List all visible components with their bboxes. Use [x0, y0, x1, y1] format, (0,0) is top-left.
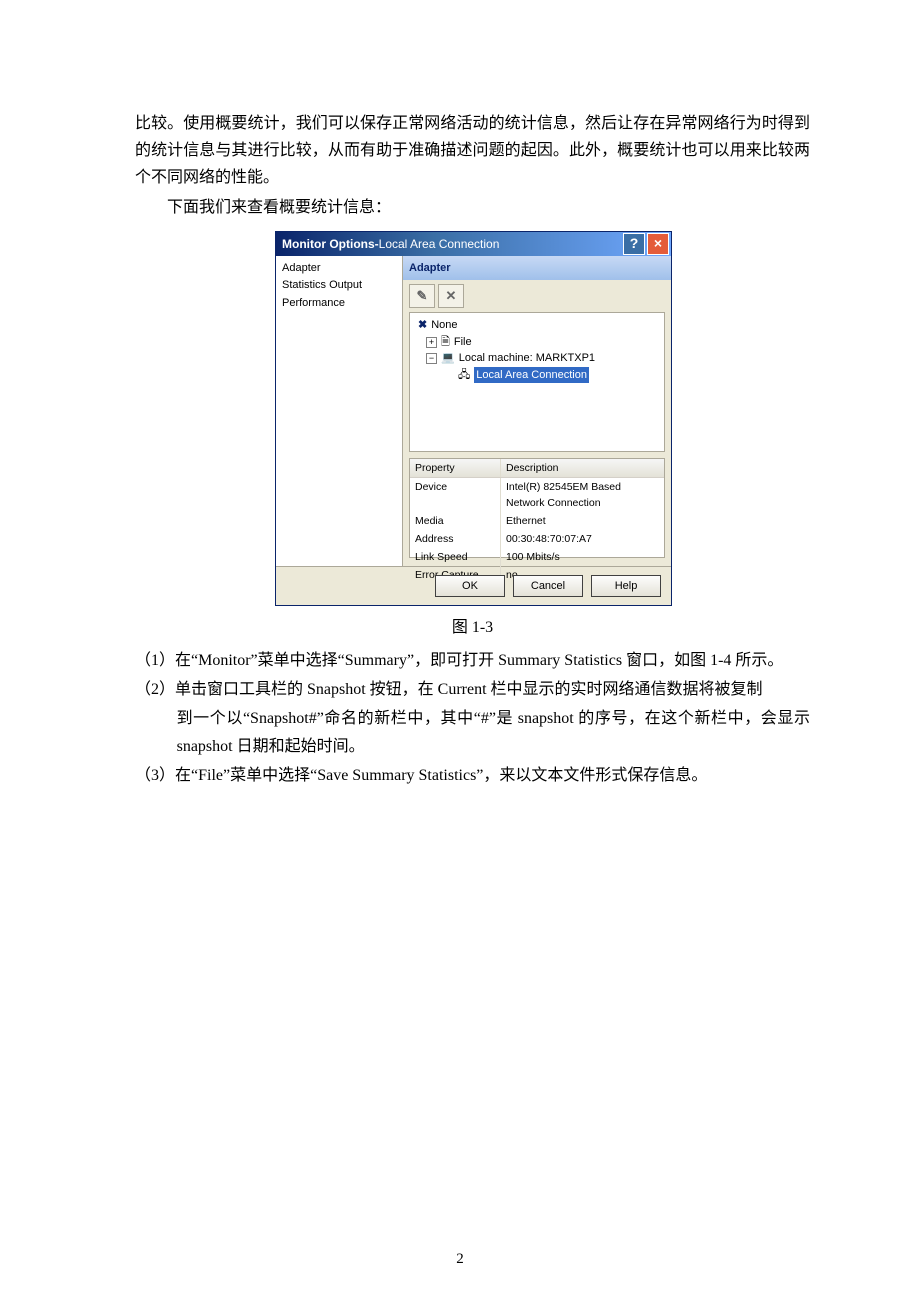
- adapter-toolbar: ✎ ✕: [403, 280, 671, 312]
- figure-caption: 图 1-3: [135, 614, 810, 641]
- close-icon[interactable]: ×: [647, 233, 669, 255]
- prop-value: 00:30:48:70:07:A7: [501, 530, 664, 548]
- prop-value: 100 Mbits/s: [501, 548, 664, 566]
- page-number: 2: [0, 1247, 920, 1273]
- step-3: （3）在“File”菜单中选择“Save Summary Statistics”…: [135, 762, 810, 789]
- dialog-titlebar: Monitor Options - Local Area Connection …: [276, 232, 671, 256]
- prop-name: Address: [410, 530, 501, 548]
- monitor-options-dialog: Monitor Options - Local Area Connection …: [275, 231, 672, 606]
- plus-icon[interactable]: +: [426, 337, 437, 348]
- tree-label-local: Local machine: MARKTXP1: [459, 350, 595, 367]
- file-icon: 🗎: [441, 334, 450, 351]
- paragraph-intro: 比较。使用概要统计，我们可以保存正常网络活动的统计信息，然后让存在异常网络行为时…: [135, 110, 810, 192]
- prop-name: Link Speed: [410, 548, 501, 566]
- prop-value: Ethernet: [501, 512, 664, 530]
- dialog-title-sub: Local Area Connection: [379, 234, 500, 254]
- prop-value: Intel(R) 82545EM Based Network Connectio…: [501, 478, 664, 512]
- help-button[interactable]: Help: [591, 575, 661, 597]
- prop-row-device: Device Intel(R) 82545EM Based Network Co…: [410, 478, 664, 512]
- delete-icon[interactable]: ✕: [438, 284, 464, 308]
- minus-icon[interactable]: −: [426, 353, 437, 364]
- tree-label-none: None: [431, 317, 457, 334]
- property-grid-header: Property Description: [410, 459, 664, 478]
- prop-name: Media: [410, 512, 501, 530]
- adapter-tree[interactable]: ✖ None + 🗎 File − 💻 Local machine: MARKT…: [409, 312, 665, 452]
- nav-item-statistics-output[interactable]: Statistics Output: [280, 277, 398, 295]
- figure-dialog: Monitor Options - Local Area Connection …: [275, 231, 670, 606]
- help-icon[interactable]: ?: [623, 233, 645, 255]
- edit-icon[interactable]: ✎: [409, 284, 435, 308]
- step-2-line2: 到一个以“Snapshot#”命名的新栏中，其中“#”是 snapshot 的序…: [177, 705, 810, 759]
- tree-node-connection[interactable]: 🖧 Local Area Connection: [414, 367, 660, 384]
- step-2-line1: （2）单击窗口工具栏的 Snapshot 按钮，在 Current 栏中显示的实…: [135, 676, 810, 703]
- paragraph-lead: 下面我们来查看概要统计信息：: [135, 194, 810, 221]
- tree-node-file[interactable]: + 🗎 File: [414, 334, 660, 351]
- tree-node-local-machine[interactable]: − 💻 Local machine: MARKTXP1: [414, 350, 660, 367]
- col-header-property: Property: [410, 459, 501, 477]
- adapter-group-label: Adapter: [403, 256, 671, 281]
- network-adapter-icon: 🖧: [458, 367, 470, 384]
- step-1: （1）在“Monitor”菜单中选择“Summary”，即可打开 Summary…: [135, 647, 810, 674]
- cancel-button[interactable]: Cancel: [513, 575, 583, 597]
- prop-row-media: Media Ethernet: [410, 512, 664, 530]
- dialog-nav-pane: Adapter Statistics Output Performance: [276, 256, 403, 566]
- prop-row-link-speed: Link Speed 100 Mbits/s: [410, 548, 664, 566]
- tree-label-file: File: [454, 334, 472, 351]
- dialog-title-main: Monitor Options: [282, 234, 375, 254]
- prop-row-address: Address 00:30:48:70:07:A7: [410, 530, 664, 548]
- ok-button[interactable]: OK: [435, 575, 505, 597]
- computer-icon: 💻: [441, 350, 455, 367]
- property-grid: Property Description Device Intel(R) 825…: [409, 458, 665, 558]
- nav-item-performance[interactable]: Performance: [280, 295, 398, 313]
- prop-name: Device: [410, 478, 501, 512]
- x-icon: ✖: [418, 317, 427, 334]
- tree-node-none[interactable]: ✖ None: [414, 317, 660, 334]
- nav-item-adapter[interactable]: Adapter: [280, 260, 398, 278]
- tree-label-connection: Local Area Connection: [474, 367, 589, 384]
- dialog-right-pane: Adapter ✎ ✕ ✖ None + 🗎 File: [403, 256, 671, 566]
- col-header-description: Description: [501, 459, 664, 477]
